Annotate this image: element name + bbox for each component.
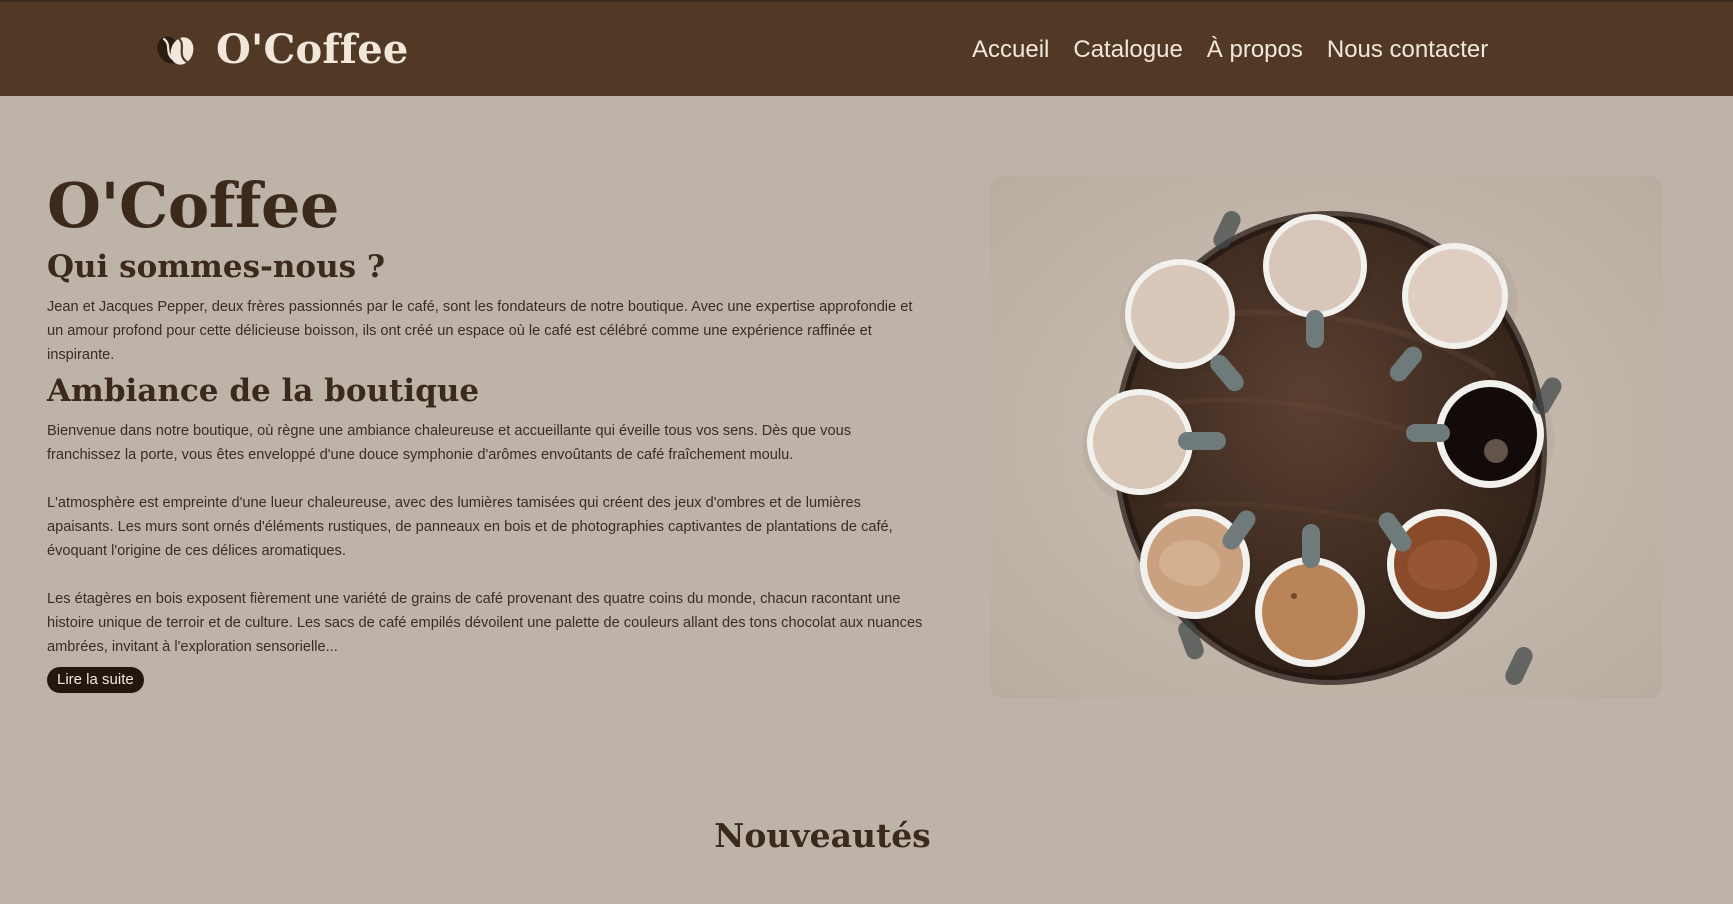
site-header: O'Coffee Accueil Catalogue À propos Nous… xyxy=(0,0,1733,96)
ambiance-paragraph-3: Les étagères en bois exposent fièrement … xyxy=(47,591,923,655)
nav-catalogue[interactable]: Catalogue xyxy=(1073,37,1182,63)
brand-link[interactable]: O'Coffee xyxy=(154,26,409,74)
ambiance-paragraph-1: Bienvenue dans notre boutique, où règne … xyxy=(47,423,852,463)
intro-content: O'Coffee Qui sommes-nous ? Jean et Jacqu… xyxy=(47,170,927,693)
nav-accueil[interactable]: Accueil xyxy=(972,37,1049,63)
about-title: Qui sommes-nous ? xyxy=(47,249,386,285)
page-title: O'Coffee xyxy=(47,169,339,242)
nav-a-propos[interactable]: À propos xyxy=(1207,37,1303,63)
brand-name: O'Coffee xyxy=(216,26,409,73)
main-nav: Accueil Catalogue À propos Nous contacte… xyxy=(972,37,1488,63)
nav-nous-contacter[interactable]: Nous contacter xyxy=(1327,37,1488,63)
ambiance-paragraph-2: L'atmosphère est empreinte d'une lueur c… xyxy=(47,495,893,559)
read-more-button[interactable]: Lire la suite xyxy=(47,667,144,693)
about-text: Jean et Jacques Pepper, deux frères pass… xyxy=(47,299,913,363)
coffee-cups-image xyxy=(990,176,1662,698)
new-products-title: Nouveautés xyxy=(714,816,931,855)
coffee-bean-icon xyxy=(154,29,196,71)
ambiance-title: Ambiance de la boutique xyxy=(47,373,480,409)
